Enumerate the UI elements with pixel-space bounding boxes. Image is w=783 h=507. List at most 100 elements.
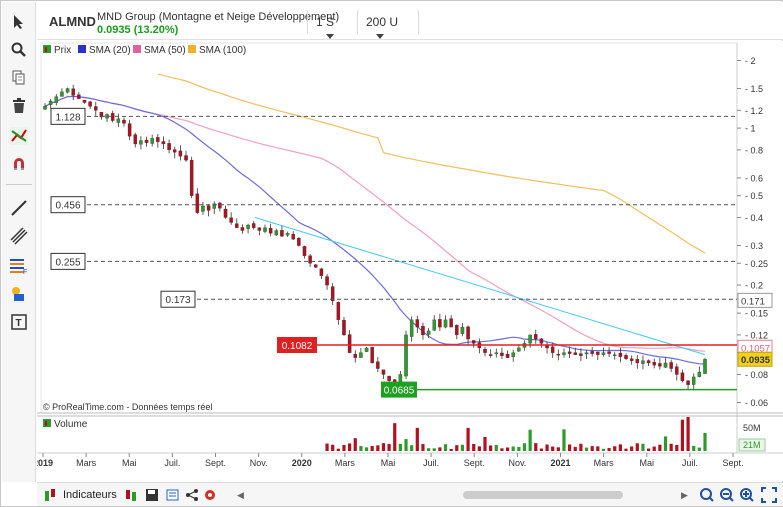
candle: [596, 351, 600, 355]
fibonacci-icon[interactable]: F: [7, 254, 31, 278]
volume-bar: [573, 446, 577, 451]
x-tick-label: Mars: [335, 458, 355, 468]
candle: [82, 99, 87, 103]
candle: [500, 352, 504, 356]
level-label: 0.456: [55, 201, 80, 212]
zoom-fit-button[interactable]: [699, 486, 715, 504]
x-tick-label: Juil.: [423, 458, 439, 468]
candle: [144, 139, 149, 143]
y-tick-label: - 0.08: [745, 370, 768, 380]
x-tick-label: Sept.: [464, 458, 485, 468]
candle: [43, 106, 47, 110]
candle: [161, 141, 166, 145]
volume-bar: [545, 444, 549, 451]
x-tick-label: Sept.: [722, 458, 743, 468]
candle: [675, 366, 679, 375]
horizontal-scrollbar[interactable]: [463, 486, 623, 504]
candle: [387, 375, 391, 381]
volume-bar: [618, 444, 622, 451]
candle: [325, 276, 329, 286]
candle: [251, 223, 256, 228]
legend-sma20: SMA (20): [89, 45, 131, 56]
x-tick-label: Juil.: [164, 458, 180, 468]
bars-dropdown[interactable]: 200 U: [357, 10, 419, 40]
candle: [246, 224, 250, 229]
ticker-symbol: ALMND: [49, 14, 96, 29]
parallel-lines-icon[interactable]: [7, 224, 31, 248]
line-tool-icon[interactable]: [7, 196, 31, 220]
volume-bar: [692, 445, 696, 451]
volume-bar: [336, 448, 340, 451]
volume-bar: [686, 417, 690, 451]
chart-type-button[interactable]: [123, 486, 139, 504]
templates-button[interactable]: [165, 486, 181, 504]
share-button[interactable]: [185, 486, 199, 504]
copy-icon[interactable]: [7, 66, 31, 90]
chevron-down-icon: [326, 34, 334, 40]
candle: [612, 354, 617, 357]
volume-bar: [376, 445, 380, 451]
candle: [201, 205, 205, 212]
settings-button[interactable]: [203, 486, 217, 504]
zoom-out-button[interactable]: [719, 486, 735, 504]
candle: [635, 359, 640, 364]
y-tick-label: - 1: [745, 124, 756, 134]
zoom-tool-icon[interactable]: [7, 38, 31, 62]
trash-icon[interactable]: [7, 94, 31, 118]
candle: [618, 352, 623, 357]
candle: [629, 358, 634, 361]
candle: [218, 202, 222, 209]
candle: [460, 326, 465, 334]
fullscreen-button[interactable]: [761, 486, 777, 504]
candle: [494, 352, 499, 355]
y-tick-label: - 1.5: [745, 84, 763, 94]
price-chart[interactable]: - 2 - 1.5 - 1.2 - 1 - 0.8 - 0.6 - 0.5 - 0.4 - 0.…: [37, 41, 783, 481]
volume-bar: [443, 444, 448, 451]
candle: [65, 88, 70, 93]
zoom-in-button[interactable]: [739, 486, 755, 504]
volume-bar: [353, 438, 357, 451]
shapes-icon[interactable]: [7, 282, 31, 306]
x-tick-label: Mai: [122, 458, 137, 468]
candle: [353, 354, 358, 358]
x-tick-label: 2020: [292, 458, 312, 468]
volume-bar: [590, 446, 594, 451]
candle: [567, 351, 572, 354]
volume-bar: [370, 445, 374, 451]
candle: [652, 361, 656, 366]
candle: [471, 340, 476, 344]
candle: [426, 330, 431, 335]
x-tick-label: 2019: [37, 458, 53, 468]
y-tick-label: - 1.2: [745, 106, 763, 116]
volume-bar: [539, 448, 544, 451]
text-tool-icon[interactable]: T: [7, 310, 31, 334]
indicators-label: Indicateurs: [63, 489, 117, 501]
candle: [449, 318, 453, 328]
indicator-tool-icon[interactable]: [7, 124, 31, 148]
candle: [646, 360, 651, 364]
volume-bar: [494, 444, 498, 451]
volume-bar: [511, 446, 515, 451]
save-button[interactable]: [145, 486, 159, 504]
cursor-tool-icon[interactable]: [7, 10, 31, 34]
volume-bar: [641, 443, 645, 451]
candle: [466, 326, 470, 340]
candle: [483, 349, 487, 353]
candle: [505, 353, 510, 358]
candle: [370, 347, 374, 364]
volume-bar: [364, 447, 369, 451]
x-tick-label: Juil.: [682, 458, 698, 468]
candles-icon: [126, 490, 136, 501]
scroll-right-button[interactable]: ▶: [681, 486, 688, 504]
indicators-button[interactable]: Indicateurs: [43, 486, 117, 504]
scroll-left-button[interactable]: ◀: [237, 486, 244, 504]
volume-bar: [449, 448, 453, 451]
y-tick-label: - 0.3: [745, 241, 763, 251]
volume-bar: [432, 448, 436, 451]
candle: [308, 255, 312, 264]
candle: [150, 138, 154, 144]
volume-bar: [646, 448, 651, 451]
magnet-icon[interactable]: [7, 152, 31, 176]
interval-dropdown[interactable]: 1 S: [307, 10, 357, 40]
chart-window: F T ALMND MND Group (Montagne et Neige D…: [0, 0, 783, 507]
